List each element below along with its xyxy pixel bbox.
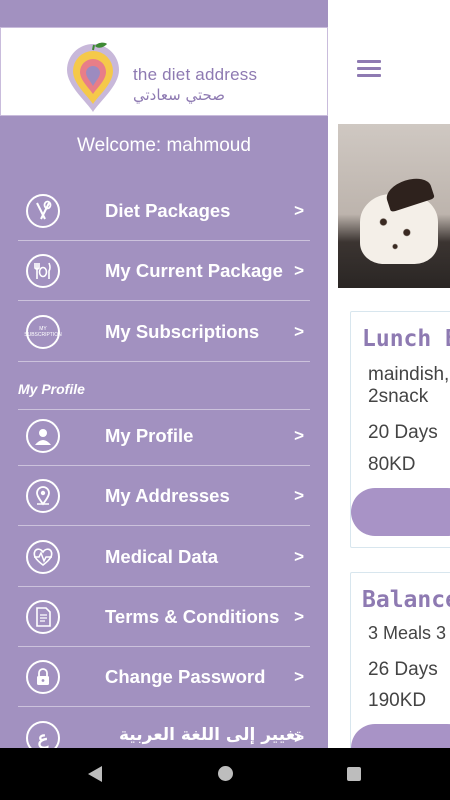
menu-icon[interactable] — [357, 60, 381, 80]
chevron-right-icon: > — [294, 426, 304, 445]
chevron-right-icon: > — [294, 547, 304, 566]
menu-item-subscriptions[interactable]: MY SUBSCRIPTION My Subscriptions > — [18, 302, 310, 362]
section-label-profile: My Profile — [18, 381, 85, 397]
chevron-right-icon: > — [294, 261, 304, 280]
package-days: 20 Days — [368, 422, 438, 443]
chevron-right-icon: > — [294, 607, 304, 626]
menu-item-medical-data[interactable]: Medical Data > — [18, 527, 310, 587]
package-description: maindish,d — [368, 364, 450, 385]
menu-item-label: My Addresses — [105, 485, 230, 506]
menu-item-label: My Subscriptions — [105, 321, 260, 342]
back-icon[interactable] — [88, 766, 102, 782]
package-card[interactable]: Lunch B maindish,d 2snack 20 Days 80KD — [350, 311, 450, 548]
menu-item-label: My Profile — [105, 425, 194, 446]
recent-apps-icon[interactable] — [347, 767, 361, 781]
menu-item-current-package[interactable]: My Current Package > — [18, 241, 310, 301]
logo-text: the diet address — [133, 65, 258, 84]
heartbeat-icon — [26, 540, 60, 574]
package-title: Balance — [362, 587, 450, 613]
menu-item-addresses[interactable]: My Addresses > — [18, 466, 310, 526]
menu-item-my-profile[interactable]: My Profile > — [18, 406, 310, 466]
chevron-right-icon: > — [294, 728, 304, 747]
package-price: 80KD — [368, 454, 416, 475]
menu-item-label: My Current Package — [105, 260, 283, 281]
fork-knife-icon — [26, 254, 60, 288]
menu-item-label: Medical Data — [105, 546, 219, 567]
menu-item-change-language[interactable]: ع تغيير إلى اللغة العربية > — [18, 708, 310, 748]
package-image — [338, 124, 450, 288]
menu-item-label: Terms & Conditions — [105, 606, 280, 627]
subscribe-button[interactable] — [351, 488, 450, 536]
welcome-text: Welcome: mahmoud — [77, 135, 251, 156]
home-icon[interactable] — [218, 766, 233, 781]
logo-text-arabic: صحتي سعادتي — [133, 86, 225, 104]
menu-item-terms[interactable]: Terms & Conditions > — [18, 587, 310, 647]
arabic-letter-icon: ع — [26, 721, 60, 748]
fork-spoon-icon — [26, 194, 60, 228]
menu-item-label: Diet Packages — [105, 200, 231, 221]
drawer-header: the diet address صحتي سعادتي — [0, 27, 328, 116]
user-icon — [26, 419, 60, 453]
chevron-right-icon: > — [294, 486, 304, 505]
chevron-right-icon: > — [294, 201, 304, 220]
package-days: 26 Days — [368, 659, 438, 680]
lock-icon — [26, 660, 60, 694]
package-description: 3 Meals 3 — [368, 623, 447, 643]
location-pin-icon — [26, 479, 60, 513]
subscription-icon: MY SUBSCRIPTION — [24, 315, 62, 349]
document-icon — [26, 600, 60, 634]
menu-item-change-password[interactable]: Change Password > — [18, 647, 310, 707]
logo-pin-icon — [67, 42, 119, 112]
menu-item-diet-packages[interactable]: Diet Packages > — [18, 181, 310, 241]
navigation-drawer: the diet address صحتي سعادتي Welcome: ma… — [0, 0, 328, 748]
menu-item-label: Change Password — [105, 666, 266, 687]
package-title: Lunch B — [362, 326, 450, 352]
package-card[interactable]: Balance 3 Meals 3 26 Days 190KD — [350, 572, 450, 772]
chevron-right-icon: > — [294, 667, 304, 686]
chevron-right-icon: > — [294, 322, 304, 341]
app-screen: Lunch B maindish,d 2snack 20 Days 80KD B… — [0, 0, 450, 800]
package-price: 190KD — [368, 690, 427, 711]
menu-item-label: تغيير إلى اللغة العربية — [119, 725, 302, 745]
package-description-2: 2snack — [368, 386, 429, 407]
